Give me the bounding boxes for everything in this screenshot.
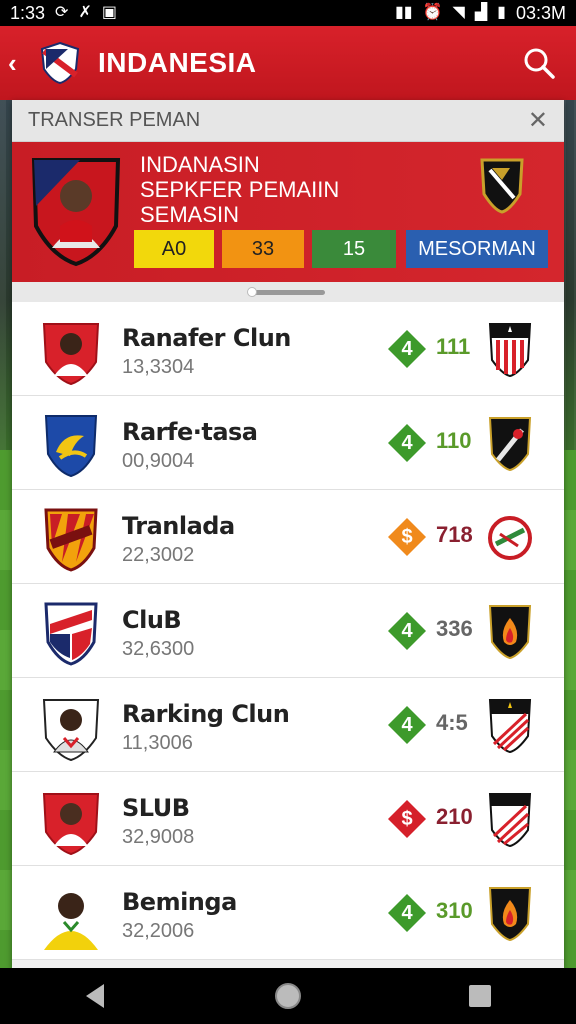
club-name: Tranlada (122, 512, 235, 540)
club-value: 111 (436, 334, 471, 359)
club-crest-icon (488, 793, 532, 848)
club-fee: 11,3006 (122, 732, 193, 754)
club-logo-icon (40, 41, 80, 85)
panel-title: TRANSER PEMAN (28, 109, 201, 131)
navigation-bar (0, 968, 576, 1024)
list-item[interactable]: SLUB 32,9008 $ 210 (12, 772, 564, 866)
player-badge-icon (42, 323, 100, 386)
list-item[interactable]: Ranafer Clun 13,3304 4 111 (12, 302, 564, 396)
club-value: 210 (436, 804, 473, 829)
app-header: ‹ INDANESIA (0, 26, 576, 100)
club-fee: 13,3304 (122, 356, 195, 378)
list-item[interactable]: Rarfe·tasa 00,9004 4 110 (12, 396, 564, 490)
currency-badge: $ (401, 807, 413, 830)
status-time: 1:33 (10, 2, 46, 23)
club-crest-icon (488, 516, 532, 560)
stat-chip: 33 (222, 230, 304, 268)
club-name: Rarking Clun (122, 700, 290, 728)
club-fee: 32,9008 (122, 826, 195, 848)
back-icon[interactable]: ‹ (8, 48, 30, 79)
list-item[interactable]: Beminga 32,2006 4 310 (12, 866, 564, 960)
search-icon[interactable] (522, 46, 556, 80)
feature-line: SEPKFER PEMAIIN (140, 177, 340, 202)
player-photo-icon (44, 893, 98, 950)
pager-dot (247, 286, 257, 297)
featured-player-card[interactable]: INDANASIN SEPKFER PEMAIIN SEMASIN A0 33 … (12, 142, 564, 282)
club-name: CluB (122, 606, 182, 634)
club-crest-icon (488, 323, 532, 378)
panel-header: TRANSER PEMAN ✕ (12, 100, 564, 142)
list-item[interactable]: Rarking Clun 11,3006 4 4:5 (12, 678, 564, 772)
status-bar: 1:33 ⟳ ✗ ▣ ▮▮ ⏰ ◥ ▟ ▮ 03:3M (0, 0, 576, 26)
battery-icon: ▮ (497, 4, 506, 21)
alarm-icon: ⏰ (422, 4, 443, 21)
club-crest-icon (488, 417, 532, 472)
club-value: 718 (436, 522, 473, 547)
page-indicator (12, 282, 564, 302)
rating-badge: 4 (401, 619, 413, 642)
club-badge-icon (44, 602, 98, 666)
home-nav-icon[interactable] (268, 976, 308, 1016)
back-nav-icon[interactable] (76, 976, 116, 1016)
rating-badge: 4 (401, 337, 413, 360)
transfer-panel: TRANSER PEMAN ✕ INDANASIN SEPKFER PEMAII… (12, 100, 564, 968)
club-crest-icon (480, 158, 524, 214)
club-value: 310 (436, 898, 473, 923)
player-shield-icon (31, 158, 121, 267)
club-badge-icon (44, 508, 98, 572)
club-list: Ranafer Clun 13,3304 4 111 Rarfe·tasa 00… (12, 302, 564, 960)
club-value: 110 (436, 428, 472, 453)
club-value: 336 (436, 616, 473, 641)
vibrate-icon: ▮▮ (395, 4, 413, 21)
pager-track (247, 286, 325, 297)
rating-badge: 4 (401, 431, 413, 454)
club-fee: 00,9004 (122, 450, 195, 472)
signal-icon: ▟ (474, 4, 488, 21)
feature-line: INDANASIN (140, 152, 260, 177)
position-chip[interactable]: MESORMAN (406, 230, 548, 268)
message-icon: ▣ (101, 4, 117, 21)
club-value: 4:5 (436, 710, 468, 735)
club-crest-icon (488, 699, 532, 754)
rating-badge: 4 (401, 713, 413, 736)
recents-nav-icon[interactable] (460, 976, 500, 1016)
feature-line: SEMASIN (140, 202, 240, 227)
club-name: Beminga (122, 888, 237, 916)
close-icon[interactable]: ✕ (528, 106, 548, 135)
stat-chip: A0 (134, 230, 214, 268)
list-item[interactable]: Tranlada 22,3002 $ 718 (12, 490, 564, 584)
club-name: Rarfe·tasa (122, 418, 258, 446)
feature-text: INDANASIN SEPKFER PEMAIIN SEMASIN (140, 152, 339, 227)
club-crest-icon (488, 605, 532, 660)
club-crest-icon (488, 887, 532, 942)
status-clock: 03:3M (515, 2, 566, 23)
club-name: Ranafer Clun (122, 324, 291, 352)
stat-chip: 15 (312, 230, 396, 268)
player-badge-icon (42, 793, 100, 856)
currency-badge: $ (401, 525, 413, 548)
club-fee: 32,6300 (122, 638, 195, 660)
club-name: SLUB (122, 794, 190, 822)
stat-row: A0 33 15 MESORMAN (134, 230, 548, 268)
page-title: INDANESIA (98, 47, 257, 78)
sync-icon: ⟳ (55, 4, 69, 21)
club-fee: 32,2006 (122, 920, 195, 942)
player-badge-icon (42, 699, 100, 762)
list-item[interactable]: CluB 32,6300 4 336 (12, 584, 564, 678)
club-fee: 22,3002 (122, 544, 195, 566)
notification-icon: ✗ (78, 4, 92, 21)
wifi-icon: ◥ (452, 4, 465, 21)
club-badge-icon (44, 415, 98, 478)
rating-badge: 4 (401, 901, 413, 924)
